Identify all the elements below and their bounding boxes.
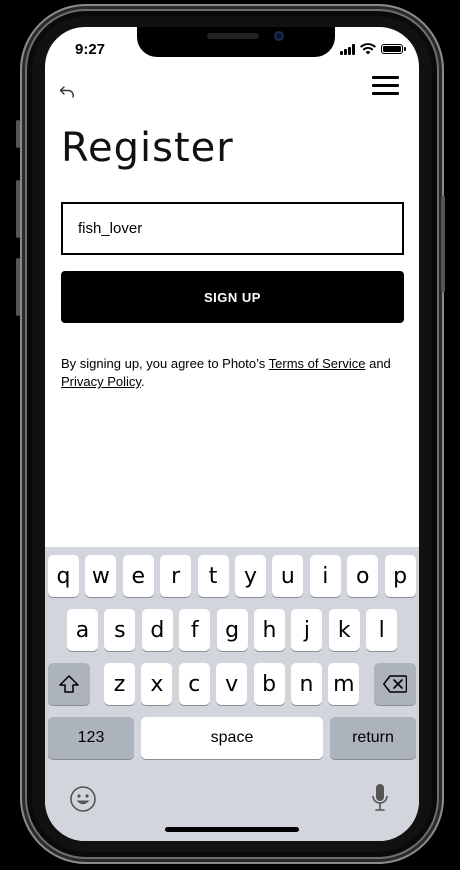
key-r[interactable]: r	[160, 555, 192, 597]
sign-up-button[interactable]: SIGN UP	[61, 271, 404, 323]
key-m[interactable]: m	[328, 663, 360, 705]
side-button-volume-down	[16, 258, 20, 316]
privacy-policy-link[interactable]: Privacy Policy	[61, 374, 141, 389]
status-icons	[340, 43, 406, 55]
home-indicator	[165, 827, 299, 832]
keyboard-row-2: asdfghjkl	[45, 609, 419, 651]
username-input[interactable]	[61, 202, 404, 255]
key-e[interactable]: e	[122, 555, 154, 597]
space-key[interactable]: space	[141, 717, 323, 759]
key-v[interactable]: v	[216, 663, 248, 705]
key-a[interactable]: a	[67, 609, 98, 651]
shift-icon	[59, 675, 79, 693]
key-t[interactable]: t	[197, 555, 229, 597]
key-u[interactable]: u	[272, 555, 304, 597]
shift-key[interactable]	[48, 663, 90, 705]
key-l[interactable]: l	[366, 609, 398, 651]
return-key[interactable]: return	[330, 717, 416, 759]
key-x[interactable]: x	[141, 663, 173, 705]
key-z[interactable]: z	[104, 663, 135, 705]
side-button-mute	[16, 120, 20, 148]
key-d[interactable]: d	[141, 609, 173, 651]
hamburger-menu-icon[interactable]	[372, 76, 399, 96]
numbers-key[interactable]: 123	[48, 717, 134, 759]
page-title: Register	[61, 125, 234, 171]
key-y[interactable]: y	[235, 555, 266, 597]
onscreen-keyboard: qwertyuiop asdfghjkl zxcvbnm 123 space r…	[45, 547, 419, 841]
terms-prefix: By signing up, you agree to Photo’s	[61, 356, 269, 371]
key-j[interactable]: j	[291, 609, 323, 651]
side-button-power	[441, 196, 445, 292]
camera-icon	[274, 31, 284, 41]
terms-suffix: .	[140, 374, 145, 389]
key-s[interactable]: s	[104, 609, 136, 651]
signal-icon	[340, 43, 355, 55]
microphone-icon[interactable]	[371, 783, 389, 813]
key-q[interactable]: q	[48, 555, 79, 597]
key-b[interactable]: b	[253, 663, 285, 705]
key-i[interactable]: i	[309, 555, 341, 597]
wifi-icon	[360, 43, 376, 55]
keyboard-row-4: 123 space return	[45, 717, 419, 759]
phone-screen: 9:27 Register SIGN UP By signing up, you…	[45, 27, 419, 841]
undo-arrow-icon[interactable]	[59, 83, 77, 99]
terms-text: By signing up, you agree to Photo’s Term…	[61, 355, 401, 391]
key-f[interactable]: f	[179, 609, 211, 651]
key-w[interactable]: w	[85, 555, 117, 597]
terms-and: and	[365, 356, 391, 371]
side-button-volume-up	[16, 180, 20, 238]
key-o[interactable]: o	[347, 555, 379, 597]
emoji-icon[interactable]	[69, 785, 97, 813]
terms-of-service-link[interactable]: Terms of Service	[269, 356, 366, 371]
speaker-grille	[207, 33, 259, 39]
backspace-key[interactable]	[374, 663, 416, 705]
key-p[interactable]: p	[384, 555, 416, 597]
battery-icon	[381, 44, 406, 54]
key-c[interactable]: c	[178, 663, 210, 705]
key-k[interactable]: k	[328, 609, 360, 651]
key-n[interactable]: n	[291, 663, 322, 705]
backspace-icon	[383, 675, 407, 693]
keyboard-row-1: qwertyuiop	[45, 555, 419, 597]
notch	[137, 27, 335, 57]
key-g[interactable]: g	[216, 609, 248, 651]
status-time: 9:27	[75, 41, 106, 58]
keyboard-row-3: zxcvbnm	[45, 663, 419, 705]
key-h[interactable]: h	[254, 609, 285, 651]
